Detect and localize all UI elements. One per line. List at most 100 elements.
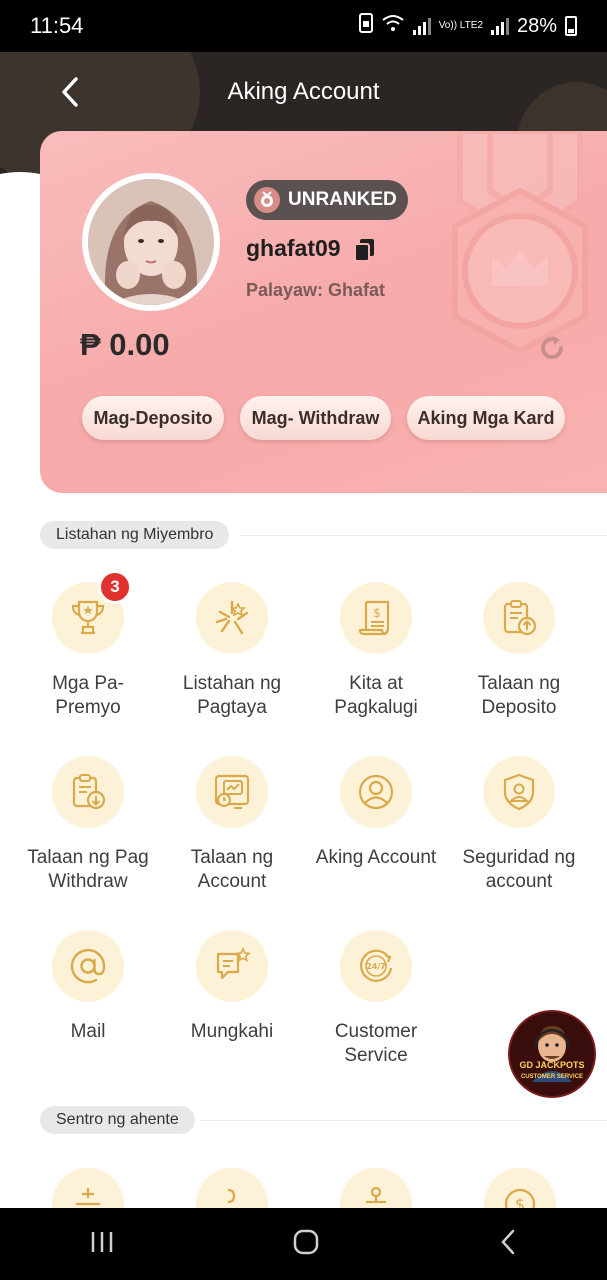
mail-label: Mail [13,1020,163,1044]
status-time: 11:54 [30,13,84,38]
rewards-badge: 3 [98,570,132,604]
user-circle-icon [340,756,412,828]
member-section-divider [240,535,607,536]
my-account-label: Aking Account [301,846,451,870]
rewards-label-line1: Mga Pa- [52,673,124,694]
member-section-label: Listahan ng Miyembro [40,521,230,549]
mail-label-line1: Mail [70,1021,106,1042]
battery-icon [565,16,577,36]
agent-section-divider [200,1120,607,1121]
customer-service-label-line2: Service [344,1045,408,1066]
rewards-item[interactable]: 3 Mga Pa- Premyo [13,570,163,720]
withdraw-record-label-line1: Talaan ng Pag [27,847,149,868]
withdraw-button[interactable]: Mag- Withdraw [240,396,391,440]
account-record-item[interactable]: Talaan ng Account [157,756,307,894]
agent-icons-row: $ [0,1168,607,1208]
customer-service-label: Customer Service [301,1020,451,1068]
svg-text:$: $ [515,1195,525,1208]
support-mascot-icon [510,1012,594,1096]
network-icon[interactable] [340,1168,412,1208]
rank-badge: UNRANKED [246,180,408,220]
deposit-record-label-line2: Deposito [481,697,557,718]
shield-user-icon [483,756,555,828]
deposit-button-label: Mag-Deposito [93,407,213,428]
deposit-record-label: Talaan ng Deposito [444,672,594,720]
rank-medal-icon [254,187,280,213]
profile-card: UNRANKED ghafat09 Palayaw: Ghafat ₱ 0.00… [40,131,607,493]
trophy-icon: 3 [52,570,132,654]
account-security-label: Seguridad ng account [444,846,594,894]
medal-watermark-icon [452,131,588,355]
withdraw-record-label: Talaan ng Pag Withdraw [13,846,163,894]
support-24-7-icon: 24/7 [340,930,412,1002]
system-back-icon [501,1229,515,1255]
bet-list-label-line1: Listahan ng [182,673,282,694]
bet-list-label: Listahan ng Pagtaya [157,672,307,720]
customer-service-label-line1: Customer [334,1021,418,1042]
rewards-label-line2: Premyo [55,697,121,718]
feedback-item[interactable]: Mungkahi [157,930,307,1044]
withdraw-record-label-line2: Withdraw [48,871,128,892]
bet-list-item[interactable]: Listahan ng Pagtaya [157,582,307,720]
system-back-button[interactable] [498,1228,518,1260]
back-button[interactable] [50,72,90,112]
system-nav-bar [0,1208,607,1280]
account-record-icon [196,756,268,828]
profit-loss-label: Kita at Pagkalugi [301,672,451,720]
account-security-label-line2: account [485,871,553,892]
username: ghafat09 [246,235,341,261]
profit-loss-label-line1: Kita at [349,673,403,694]
customer-service-item[interactable]: 24/7 Customer Service [301,930,451,1068]
recent-apps-icon [91,1232,113,1252]
refresh-icon[interactable] [538,334,566,366]
account-security-label-line1: Seguridad ng [462,847,576,868]
rewards-label: Mga Pa- Premyo [13,672,163,720]
status-bar: 11:54 Vo)) LTE2 28% [0,0,607,52]
avatar[interactable] [82,173,220,311]
dollar-coin-icon[interactable]: $ [484,1168,556,1208]
page-title: Aking Account [227,78,380,105]
profit-loss-label-line2: Pagkalugi [334,697,418,718]
home-button[interactable] [292,1228,320,1260]
floating-support-button[interactable]: GD JACKPOTS CUSTOMER SERVICE [508,1010,596,1098]
profit-loss-item[interactable]: $ Kita at Pagkalugi [301,582,451,720]
at-sign-icon [52,930,124,1002]
recent-apps-button[interactable] [89,1230,115,1258]
battery-percent: 28% [516,14,557,37]
bet-star-icon [196,582,268,654]
withdraw-record-item[interactable]: Talaan ng Pag Withdraw [13,756,163,894]
deposit-record-label-line1: Talaan ng [477,673,561,694]
my-account-item[interactable]: Aking Account [301,756,451,870]
deposit-record-item[interactable]: Talaan ng Deposito [444,582,594,720]
floating-support-line1: GD JACKPOTS [519,1060,585,1070]
signal-icon-1 [412,17,431,35]
bet-list-label-line2: Pagtaya [197,697,267,718]
receipt-dollar-icon: $ [340,582,412,654]
clipboard-upload-icon [483,582,555,654]
svg-text:24/7: 24/7 [366,962,386,971]
floating-support-text: GD JACKPOTS CUSTOMER SERVICE [510,1060,594,1082]
feedback-label-line1: Mungkahi [190,1021,274,1042]
account-record-label-line1: Talaan ng [190,847,274,868]
account-record-label-line2: Account [197,871,267,892]
chevron-left-icon [62,77,78,107]
user-add-icon[interactable] [196,1168,268,1208]
nickname: Palayaw: Ghafat [246,280,386,300]
account-security-item[interactable]: Seguridad ng account [444,756,594,894]
my-cards-button[interactable]: Aking Mga Kard [407,396,565,440]
agent-section-label: Sentro ng ahente [40,1106,195,1134]
svg-text:$: $ [373,606,381,620]
floating-support-line2: CUSTOMER SERVICE [520,1074,584,1080]
agent-icon[interactable] [52,1168,124,1208]
my-cards-button-label: Aking Mga Kard [417,407,555,428]
mail-item[interactable]: Mail [13,930,163,1044]
sim-icon [358,13,373,39]
balance-amount: ₱ 0.00 [80,327,170,362]
my-account-label-line1: Aking Account [315,847,437,868]
rank-label: UNRANKED [288,189,397,210]
copy-icon[interactable] [354,238,376,266]
feedback-icon [196,930,268,1002]
clipboard-download-icon [52,756,124,828]
status-icons: Vo)) LTE2 28% [358,13,577,39]
deposit-button[interactable]: Mag-Deposito [82,396,224,440]
